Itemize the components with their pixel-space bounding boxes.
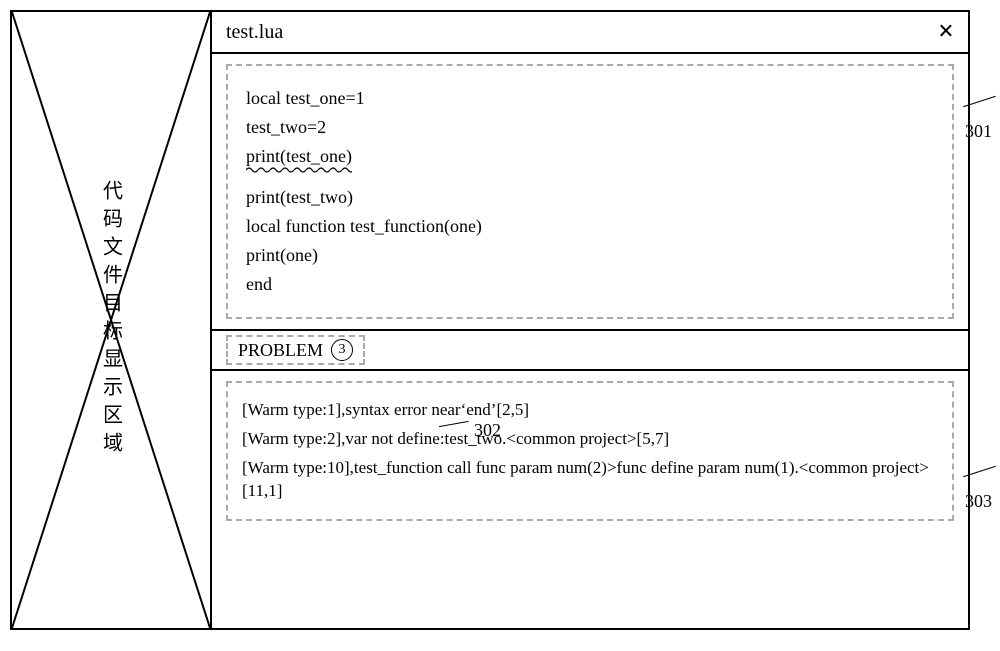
code-line: test_two=2 xyxy=(246,117,934,138)
code-line: local test_one=1 xyxy=(246,88,934,109)
problem-item[interactable]: [Warm type:2],var not define:test_two.<c… xyxy=(242,428,938,451)
code-line: print(test_one) xyxy=(246,146,934,167)
callout-302: 302 xyxy=(440,420,501,441)
code-line: local function test_function(one) xyxy=(246,216,934,237)
code-line: print(one) xyxy=(246,245,934,266)
callout-301: 301 xyxy=(965,100,1000,142)
app-window: 代码文件目标显示区域 test.lua × local test_one=1 t… xyxy=(10,10,970,630)
code-line: end xyxy=(246,274,934,295)
code-line: print(test_two) xyxy=(246,187,934,208)
titlebar: test.lua × xyxy=(212,12,968,54)
problem-tab[interactable]: PROBLEM 3 xyxy=(226,335,365,365)
sidebar-label: 代码文件目标显示区域 xyxy=(97,180,126,460)
problem-count-badge: 3 xyxy=(331,339,353,361)
problem-item[interactable]: [Warm type:1],syntax error near‘end’[2,5… xyxy=(242,399,938,422)
problem-item[interactable]: [Warm type:10],test_function call func p… xyxy=(242,457,938,503)
callout-303: 303 xyxy=(965,470,1000,512)
problems-panel[interactable]: [Warm type:1],syntax error near‘end’[2,5… xyxy=(226,381,954,521)
code-pane: local test_one=1 test_two=2 print(test_o… xyxy=(212,54,968,329)
code-warning-underline[interactable]: print(test_one) xyxy=(246,146,352,167)
editor-main: test.lua × local test_one=1 test_two=2 p… xyxy=(212,12,968,628)
filename-label: test.lua xyxy=(226,21,283,44)
close-icon[interactable]: × xyxy=(938,18,954,46)
code-editor[interactable]: local test_one=1 test_two=2 print(test_o… xyxy=(226,64,954,319)
file-tree-sidebar[interactable]: 代码文件目标显示区域 xyxy=(12,12,212,628)
problem-tab-bar: PROBLEM 3 xyxy=(212,329,968,371)
problem-tab-label: PROBLEM xyxy=(238,340,323,361)
